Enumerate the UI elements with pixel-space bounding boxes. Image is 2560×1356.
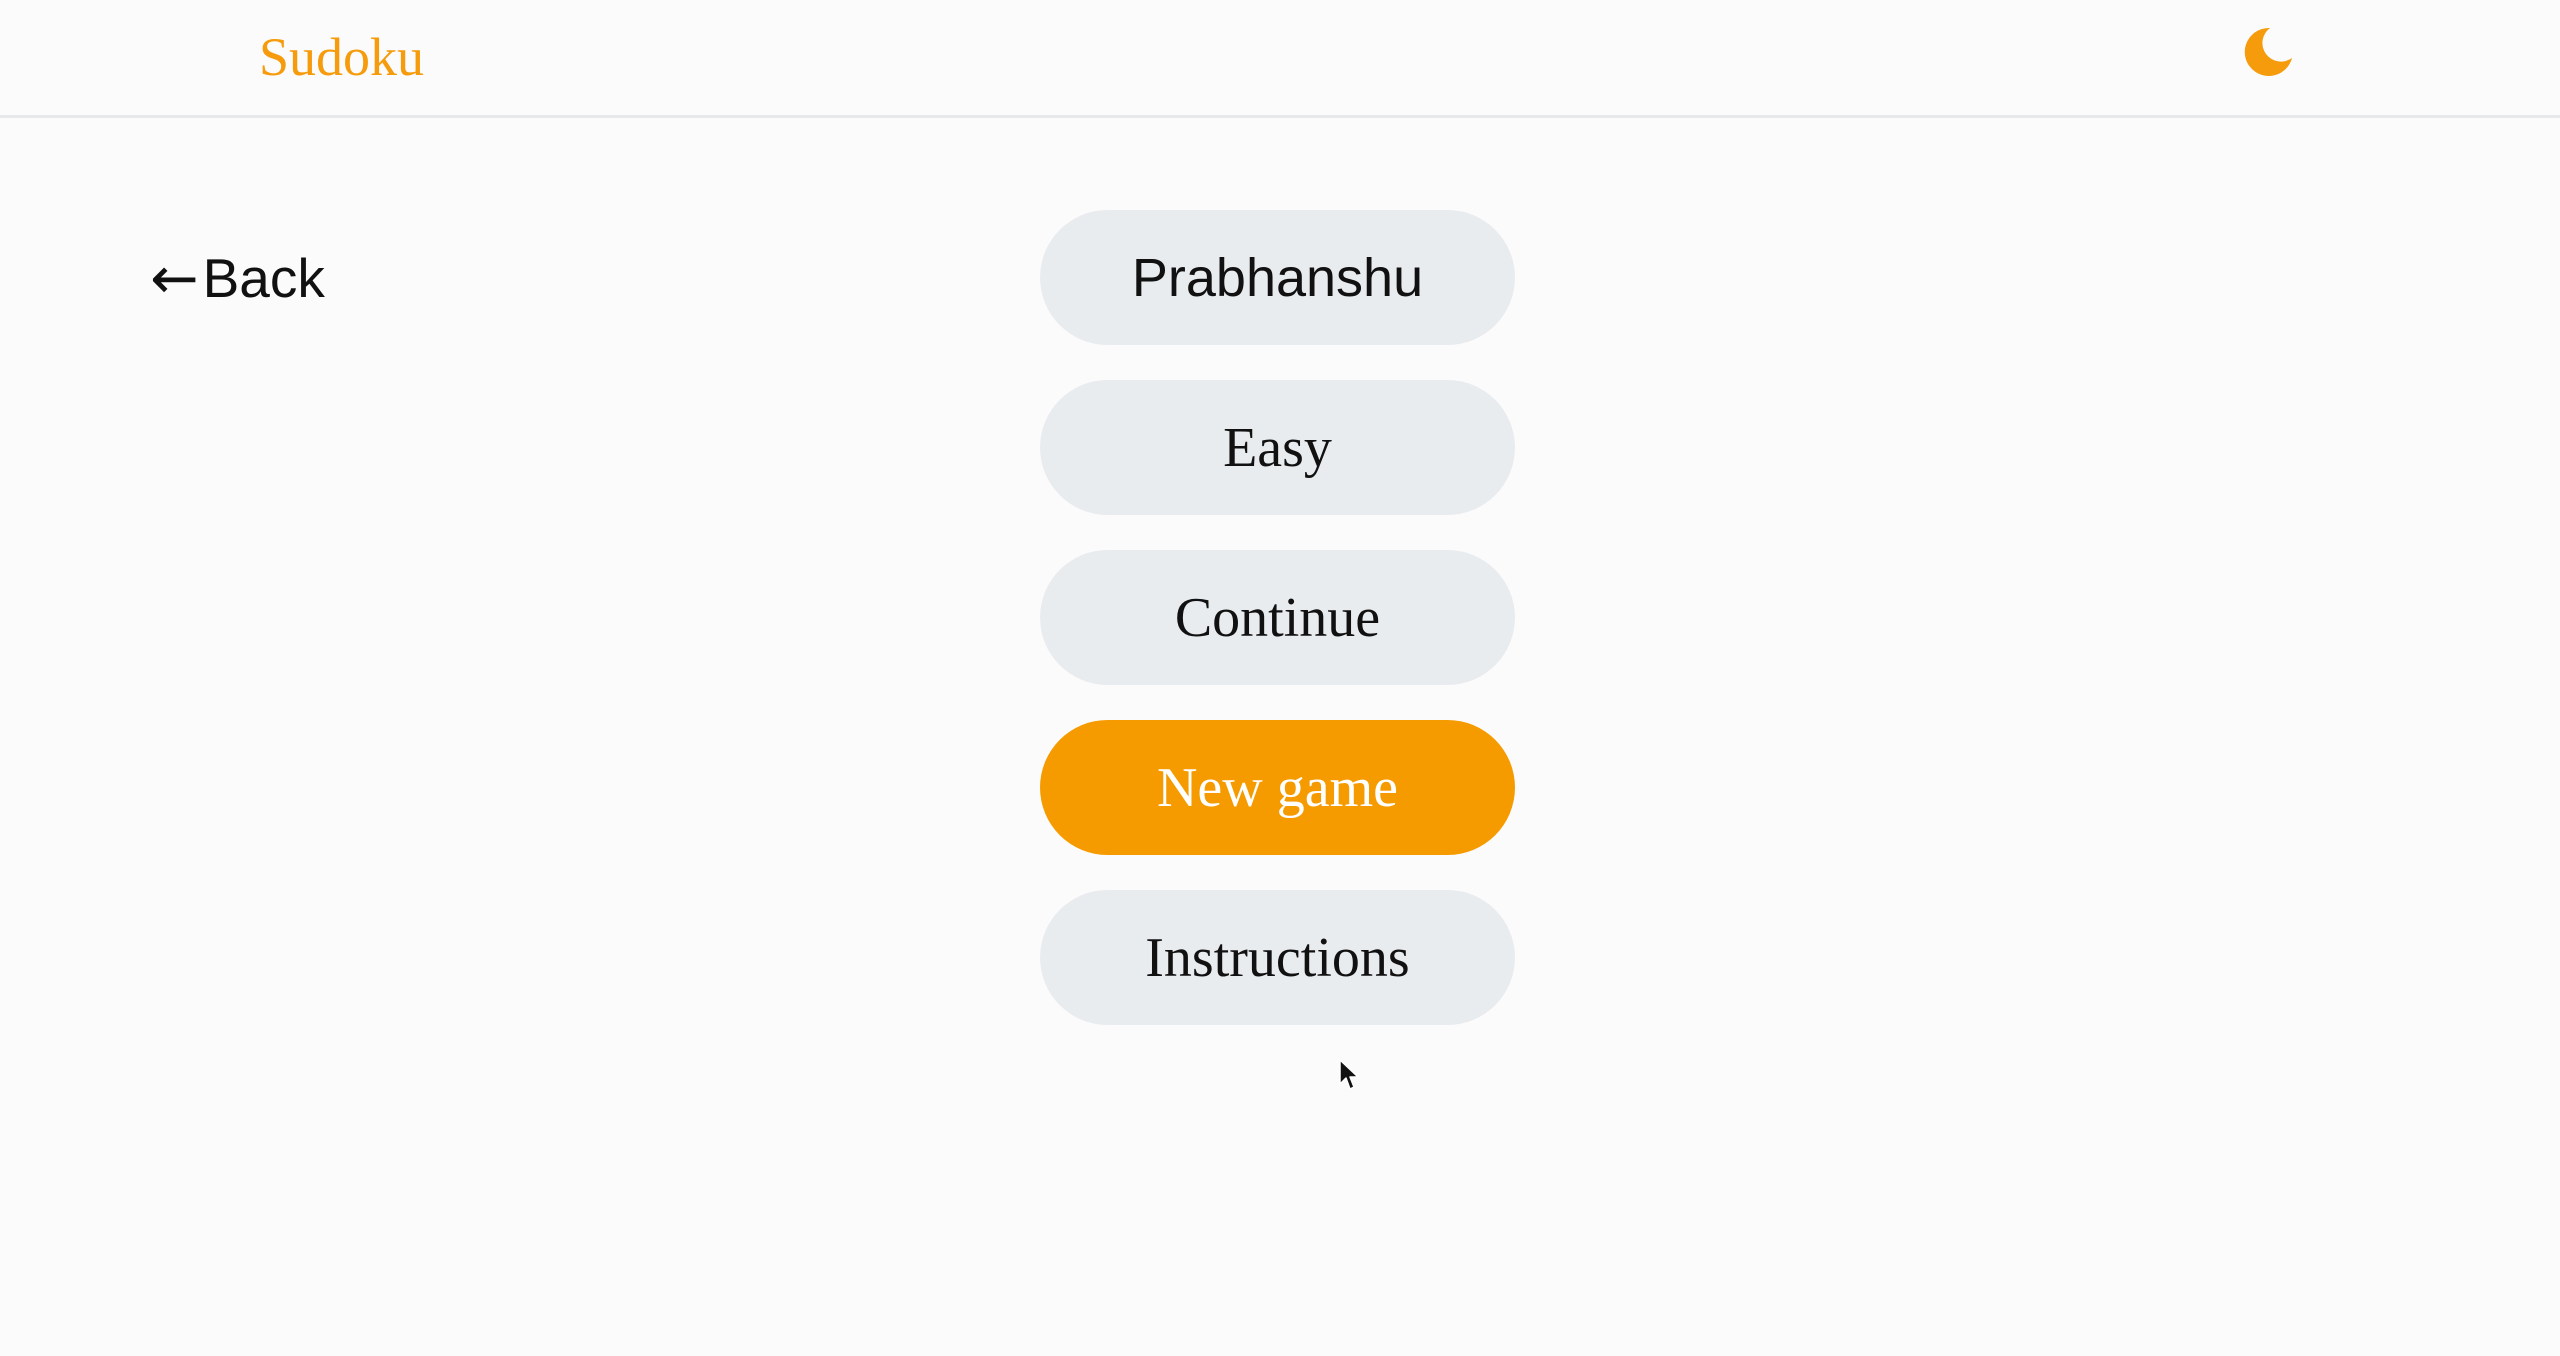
mouse-pointer-icon bbox=[1339, 1059, 1359, 1090]
back-label: Back bbox=[202, 247, 325, 309]
continue-button[interactable]: Continue bbox=[1040, 550, 1515, 685]
top-bar: Sudoku bbox=[0, 0, 2560, 118]
app-title[interactable]: Sudoku bbox=[259, 22, 424, 92]
difficulty-button[interactable]: Easy bbox=[1040, 380, 1515, 515]
back-button[interactable]: ← Back bbox=[150, 242, 325, 314]
new-game-button[interactable]: New game bbox=[1040, 720, 1515, 855]
player-name-button[interactable]: Prabhanshu bbox=[1040, 210, 1515, 345]
moon-icon bbox=[2244, 27, 2292, 76]
main-menu: Prabhanshu Easy Continue New game Instru… bbox=[1040, 210, 1515, 1060]
instructions-button[interactable]: Instructions bbox=[1040, 890, 1515, 1025]
arrow-left-icon: ← bbox=[150, 244, 199, 312]
theme-toggle-button[interactable] bbox=[2240, 24, 2296, 80]
